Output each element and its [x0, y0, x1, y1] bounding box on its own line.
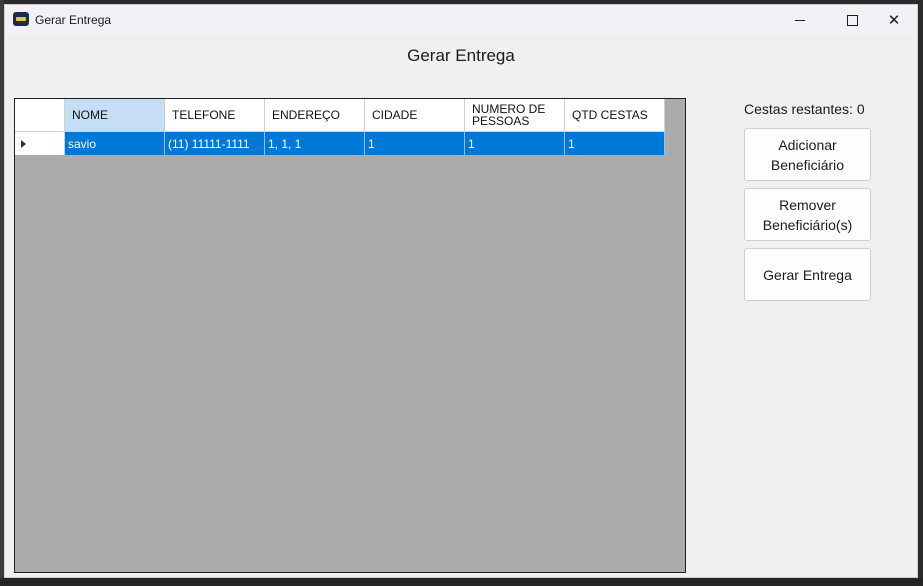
main-window: Gerar Entrega ✕ Gerar Entrega NOME TELEF…	[4, 4, 918, 578]
column-header-endereco[interactable]: ENDEREÇO	[265, 99, 365, 132]
column-header-numero-pessoas[interactable]: NUMERO DE PESSOAS	[465, 99, 565, 132]
beneficiarios-grid[interactable]: NOME TELEFONE ENDEREÇO CIDADE NUMERO DE …	[14, 98, 686, 573]
background-editor-statusbar	[0, 578, 923, 586]
grid-corner-header[interactable]	[15, 99, 65, 132]
app-icon	[13, 12, 29, 26]
window-title: Gerar Entrega	[35, 13, 112, 27]
cell-numero-pessoas[interactable]: 1	[465, 132, 565, 155]
column-header-nome[interactable]: NOME	[65, 99, 165, 132]
column-header-telefone[interactable]: TELEFONE	[165, 99, 265, 132]
form-heading: Gerar Entrega	[407, 46, 515, 65]
grid-header-row: NOME TELEFONE ENDEREÇO CIDADE NUMERO DE …	[15, 99, 665, 132]
cell-telefone[interactable]: (11) 11111-1111	[165, 132, 265, 155]
table-row[interactable]: savio (11) 11111-1111 1, 1, 1 1 1 1	[15, 132, 665, 155]
minimize-icon	[795, 19, 805, 21]
remove-beneficiario-button[interactable]: Remover Beneficiário(s)	[744, 188, 871, 241]
maximize-icon	[846, 14, 858, 26]
close-button[interactable]: ✕	[871, 5, 917, 35]
cell-qtd-cestas[interactable]: 1	[565, 132, 665, 155]
close-icon: ✕	[887, 11, 901, 29]
column-header-cidade[interactable]: CIDADE	[365, 99, 465, 132]
title-bar: Gerar Entrega ✕	[5, 5, 917, 35]
gerar-entrega-button[interactable]: Gerar Entrega	[744, 248, 871, 301]
cestas-restantes-label: Cestas restantes: 0	[744, 101, 865, 117]
row-header[interactable]	[15, 132, 65, 155]
cestas-restantes-text: Cestas restantes:	[744, 101, 853, 117]
maximize-button[interactable]	[829, 5, 875, 35]
add-beneficiario-button[interactable]: Adicionar Beneficiário	[744, 128, 871, 181]
cestas-restantes-value: 0	[856, 101, 865, 117]
cell-nome[interactable]: savio	[65, 132, 165, 155]
column-header-qtd-cestas[interactable]: QTD CESTAS	[565, 99, 665, 132]
row-selector-icon	[21, 139, 26, 148]
cell-endereco[interactable]: 1, 1, 1	[265, 132, 365, 155]
cell-cidade[interactable]: 1	[365, 132, 465, 155]
minimize-button[interactable]	[777, 5, 823, 35]
